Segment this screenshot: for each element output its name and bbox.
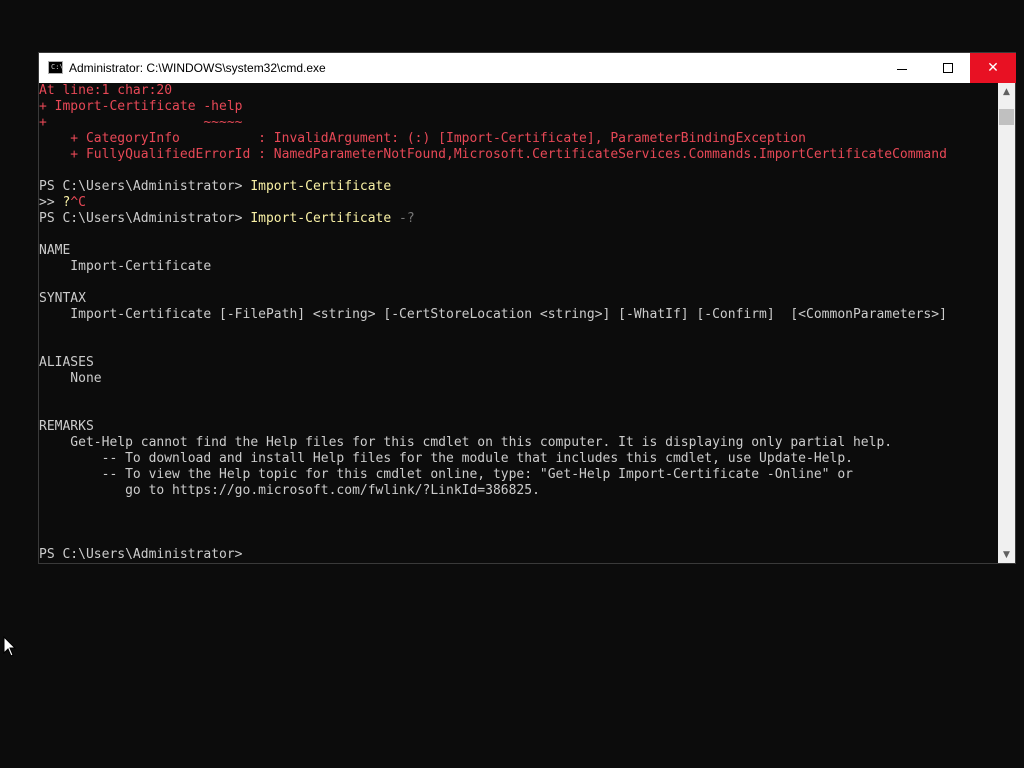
console-line: PS C:\Users\Administrator>	[39, 547, 998, 563]
console-line: Get-Help cannot find the Help files for …	[39, 435, 893, 450]
console-line: + FullyQualifiedErrorId : NamedParameter…	[39, 147, 947, 162]
console-line: PS C:\Users\Administrator> Import-Certif…	[39, 211, 998, 227]
cmd-app-icon[interactable]: C:\	[48, 61, 64, 74]
maximize-button[interactable]	[924, 53, 971, 83]
command-argument: ^C	[70, 195, 86, 210]
command-text: Import-Certificate	[250, 211, 392, 226]
console-line: PS C:\Users\Administrator> Import-Certif…	[39, 179, 998, 195]
console-line: Import-Certificate	[39, 259, 212, 274]
console-line: + CategoryInfo : InvalidArgument: (:) [I…	[39, 131, 807, 146]
title-bar[interactable]: C:\ Administrator: C:\WINDOWS\system32\c…	[39, 53, 1016, 83]
minimize-icon	[897, 68, 907, 70]
console-line: -- To download and install Help files fo…	[39, 451, 853, 466]
command-argument: -?	[391, 211, 415, 226]
close-icon: ✕	[987, 60, 999, 76]
vertical-scrollbar[interactable]: ▲ ▼	[998, 83, 1015, 563]
scroll-down-arrow-icon[interactable]: ▼	[998, 546, 1015, 563]
command-text: Import-Certificate	[250, 179, 392, 194]
cmd-window[interactable]: C:\ Administrator: C:\WINDOWS\system32\c…	[38, 52, 1016, 564]
console-line: NAME	[39, 243, 71, 258]
cmd-app-icon-text: C:\	[51, 63, 64, 71]
console-output[interactable]: At line:1 char:20 + Import-Certificate -h…	[39, 83, 998, 563]
mouse-pointer-icon	[3, 636, 17, 657]
console-line: ALIASES	[39, 355, 94, 370]
maximize-icon	[943, 63, 953, 73]
window-title: Administrator: C:\WINDOWS\system32\cmd.e…	[69, 61, 326, 75]
console-line: REMARKS	[39, 419, 94, 434]
scroll-up-arrow-icon[interactable]: ▲	[998, 83, 1015, 100]
console-line: -- To view the Help topic for this cmdle…	[39, 467, 853, 482]
console-line: >> ?^C	[39, 195, 998, 211]
prompt-text: PS C:\Users\Administrator>	[39, 179, 251, 194]
console-line: SYNTAX	[39, 291, 86, 306]
prompt-text: PS C:\Users\Administrator>	[39, 547, 251, 562]
console-line: go to https://go.microsoft.com/fwlink/?L…	[39, 483, 540, 498]
close-button[interactable]: ✕	[970, 53, 1016, 83]
scroll-thumb[interactable]	[999, 109, 1014, 125]
minimize-button[interactable]	[878, 53, 925, 83]
console-line: + Import-Certificate -help	[39, 99, 243, 114]
prompt-text: >>	[39, 195, 63, 210]
console-line: Import-Certificate [-FilePath] <string> …	[39, 307, 947, 322]
console-line: + ~~~~~	[39, 115, 243, 130]
prompt-text: PS C:\Users\Administrator>	[39, 211, 251, 226]
console-line: At line:1 char:20	[39, 83, 173, 98]
console-line: None	[39, 371, 102, 386]
